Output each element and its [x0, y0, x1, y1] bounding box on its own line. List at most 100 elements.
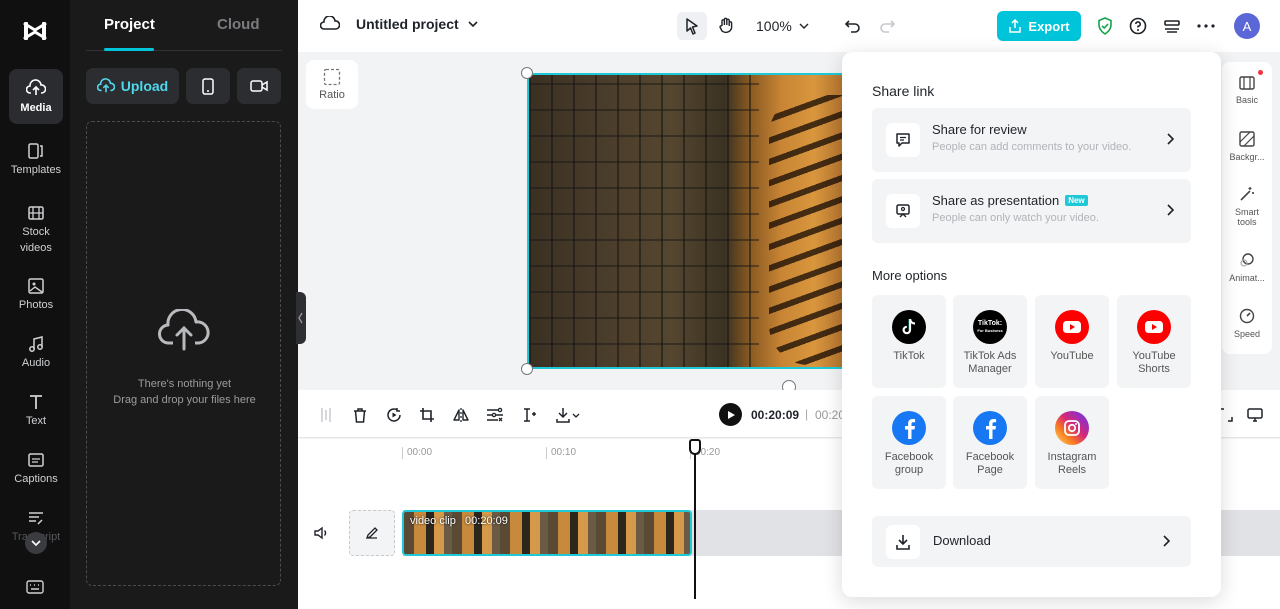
rs-item-basic[interactable]: Basic	[1222, 76, 1272, 105]
video-camera-icon	[250, 80, 268, 92]
left-rail: Media Templates Stock videos Photos Audi…	[0, 0, 70, 609]
comment-icon	[896, 133, 910, 147]
facebook-page-label: Facebook Page	[965, 451, 1015, 476]
download-icon	[896, 535, 910, 550]
rail-item-templates[interactable]: Templates	[9, 143, 63, 178]
ratio-label: Ratio	[319, 89, 345, 101]
more-button[interactable]	[1191, 12, 1221, 40]
rail-label-media: Media	[20, 102, 52, 114]
magic-wand-icon	[1240, 187, 1254, 201]
replay-icon	[387, 408, 401, 422]
volume-icon[interactable]	[313, 526, 329, 540]
pencil-icon	[365, 527, 378, 540]
keyboard-icon[interactable]	[26, 580, 44, 594]
playhead-handle[interactable]	[689, 439, 701, 455]
help-icon	[1129, 17, 1147, 35]
playhead-line[interactable]	[694, 439, 696, 599]
export-button[interactable]: Export	[997, 11, 1081, 41]
share-link-heading: Share link	[872, 83, 935, 99]
phone-upload-button[interactable]	[186, 68, 230, 104]
preview-settings-button[interactable]	[1245, 405, 1265, 425]
rs-item-background[interactable]: Backgr...	[1222, 131, 1272, 162]
sliders-icon	[487, 407, 503, 422]
notification-dot	[1258, 70, 1263, 75]
rail-item-photos[interactable]: Photos	[9, 278, 63, 313]
rail-item-captions[interactable]: Captions	[9, 452, 63, 487]
total-time: 00:20	[815, 408, 846, 422]
share-facebook-group-tile[interactable]: Facebook group	[872, 396, 946, 489]
timeline-tick: 00:00	[402, 447, 432, 459]
download-option[interactable]: Download	[872, 516, 1191, 567]
record-button[interactable]	[237, 68, 281, 104]
rail-label-photos: Photos	[18, 299, 54, 311]
panel-collapse-handle[interactable]	[296, 292, 306, 344]
rail-collapse-button[interactable]	[25, 532, 47, 554]
select-tool-button[interactable]	[677, 12, 707, 40]
project-title-menu[interactable]: Untitled project	[320, 16, 479, 32]
share-presentation-icon-box	[886, 194, 920, 228]
video-frame-fence	[529, 75, 759, 367]
youtube-shorts-label: YouTube Shorts	[1132, 350, 1176, 375]
rail-label-templates: Templates	[10, 164, 62, 176]
help-button[interactable]	[1123, 12, 1153, 40]
share-tiktok-tile[interactable]: TikTok	[872, 295, 946, 388]
phone-icon	[202, 77, 214, 95]
upload-label: Upload	[120, 78, 169, 94]
crop-button[interactable]	[417, 405, 437, 425]
delete-button[interactable]	[350, 405, 370, 425]
undo-button[interactable]	[838, 12, 868, 40]
tiktok-icon	[892, 310, 926, 344]
rs-item-speed[interactable]: Speed	[1222, 308, 1272, 339]
cover-edit-button[interactable]	[349, 510, 395, 556]
share-icon	[1009, 19, 1022, 33]
resize-handle-bottom-left[interactable]	[521, 363, 533, 375]
tab-project[interactable]: Project	[104, 16, 155, 33]
layers-button[interactable]	[1157, 12, 1187, 40]
youtube-icon	[1055, 310, 1089, 344]
avatar[interactable]: A	[1234, 13, 1260, 39]
share-youtube-tile[interactable]: YouTube	[1035, 295, 1109, 388]
cloud-upload-icon	[26, 79, 46, 95]
project-title: Untitled project	[356, 16, 459, 32]
adjust-button[interactable]	[485, 405, 505, 425]
youtube-label: YouTube	[1050, 350, 1094, 362]
zoom-select[interactable]: 100%	[756, 18, 810, 34]
upload-button[interactable]: Upload	[86, 68, 179, 104]
download-clip-button[interactable]	[553, 405, 583, 425]
rail-item-text[interactable]: Text	[9, 394, 63, 429]
tab-cloud[interactable]: Cloud	[217, 16, 260, 33]
speed-gauge-icon	[1239, 308, 1255, 324]
aspect-ratio-icon	[323, 68, 341, 86]
rail-item-audio[interactable]: Audio	[9, 336, 63, 371]
ratio-button[interactable]: Ratio	[306, 60, 358, 109]
basic-settings-icon	[1239, 76, 1255, 90]
split-button[interactable]	[316, 405, 336, 425]
share-for-review-option[interactable]: Share for review People can add comments…	[872, 108, 1191, 172]
video-preview[interactable]	[527, 73, 847, 369]
shield-check-icon	[1098, 17, 1112, 35]
presentation-icon	[896, 204, 910, 218]
video-clip[interactable]: video clip 00:20:09	[402, 510, 692, 556]
text-insert-button[interactable]	[519, 405, 539, 425]
redo-button[interactable]	[872, 12, 902, 40]
rail-item-stock-videos[interactable]: Stock videos	[9, 205, 63, 256]
play-button[interactable]	[719, 403, 742, 426]
rs-item-animation[interactable]: Animat...	[1222, 252, 1272, 283]
resize-handle-top-left[interactable]	[521, 67, 533, 79]
tiktok-ads-label: TikTok Ads Manager	[963, 350, 1017, 375]
share-tiktok-ads-tile[interactable]: TikTok: For Business TikTok Ads Manager	[953, 295, 1027, 388]
rail-item-media[interactable]: Media	[9, 69, 63, 124]
share-facebook-page-tile[interactable]: Facebook Page	[953, 396, 1027, 489]
hand-tool-button[interactable]	[711, 12, 741, 40]
facebook-group-label: Facebook group	[884, 451, 934, 476]
rs-item-smart-tools[interactable]: Smart tools	[1222, 186, 1272, 227]
shield-button[interactable]	[1090, 12, 1120, 40]
share-instagram-reels-tile[interactable]: Instagram Reels	[1035, 396, 1109, 489]
replay-button[interactable]	[384, 405, 404, 425]
download-label: Download	[933, 533, 991, 548]
share-youtube-shorts-tile[interactable]: YouTube Shorts	[1117, 295, 1191, 388]
share-as-presentation-option[interactable]: Share as presentation New People can onl…	[872, 179, 1191, 243]
flip-icon	[453, 408, 469, 422]
flip-button[interactable]	[451, 405, 471, 425]
drop-zone[interactable]: There's nothing yet Drag and drop your f…	[86, 121, 281, 586]
